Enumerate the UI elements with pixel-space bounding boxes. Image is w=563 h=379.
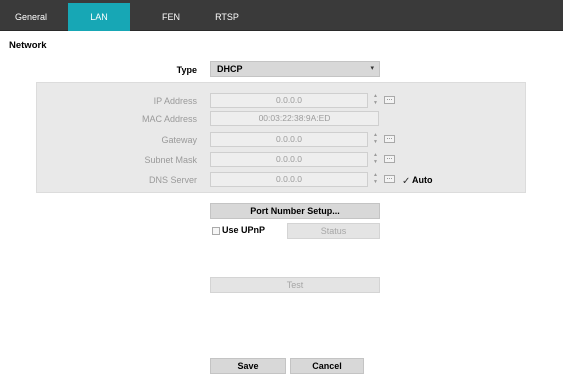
type-label: Type <box>176 65 197 75</box>
keyboard-icon[interactable] <box>384 155 395 163</box>
checkmark-icon[interactable]: ✓ <box>402 176 410 187</box>
use-upnp-checkbox[interactable] <box>212 227 220 235</box>
spin-up-icon: ▲ <box>373 172 378 178</box>
spin-down-icon: ▼ <box>373 179 378 185</box>
spin-up-icon: ▲ <box>373 93 378 99</box>
tab-bar: General LAN FEN RTSP <box>0 0 563 31</box>
spin-down-icon: ▼ <box>373 159 378 165</box>
cancel-button[interactable]: Cancel <box>290 358 364 374</box>
gateway-spinner[interactable]: ▲ ▼ <box>372 132 379 146</box>
subnet-mask-spinner[interactable]: ▲ ▼ <box>372 152 379 166</box>
tab-rtsp[interactable]: RTSP <box>207 3 247 31</box>
status-button[interactable]: Status <box>287 223 380 239</box>
spin-down-icon: ▼ <box>373 139 378 145</box>
spin-up-icon: ▲ <box>373 152 378 158</box>
type-value: DHCP <box>217 64 243 74</box>
ip-address-field[interactable]: 0.0.0.0 <box>210 93 368 108</box>
spin-up-icon: ▲ <box>373 132 378 138</box>
tab-lan[interactable]: LAN <box>68 3 130 31</box>
auto-label: Auto <box>412 175 433 185</box>
subnet-mask-label: Subnet Mask <box>144 155 197 165</box>
spin-down-icon: ▼ <box>373 100 378 106</box>
keyboard-icon[interactable] <box>384 135 395 143</box>
ip-address-label: IP Address <box>153 96 197 106</box>
gateway-field[interactable]: 0.0.0.0 <box>210 132 368 147</box>
subnet-mask-field[interactable]: 0.0.0.0 <box>210 152 368 167</box>
gateway-label: Gateway <box>161 135 197 145</box>
dns-server-label: DNS Server <box>148 175 197 185</box>
tab-fen[interactable]: FEN <box>145 3 197 31</box>
tab-general[interactable]: General <box>0 3 62 31</box>
save-button[interactable]: Save <box>210 358 286 374</box>
chevron-down-icon: ▾ <box>370 65 374 72</box>
type-select[interactable]: DHCP ▾ <box>210 61 380 77</box>
keyboard-icon[interactable] <box>384 96 395 104</box>
test-button[interactable]: Test <box>210 277 380 293</box>
mac-address-field: 00:03:22:38:9A:ED <box>210 111 379 126</box>
ip-address-spinner[interactable]: ▲ ▼ <box>372 93 379 107</box>
mac-address-label: MAC Address <box>141 114 197 124</box>
keyboard-icon[interactable] <box>384 175 395 183</box>
port-number-setup-button[interactable]: Port Number Setup... <box>210 203 380 219</box>
use-upnp-label: Use UPnP <box>222 225 266 235</box>
dns-server-spinner[interactable]: ▲ ▼ <box>372 172 379 186</box>
dns-server-field[interactable]: 0.0.0.0 <box>210 172 368 187</box>
section-title: Network <box>9 40 47 51</box>
